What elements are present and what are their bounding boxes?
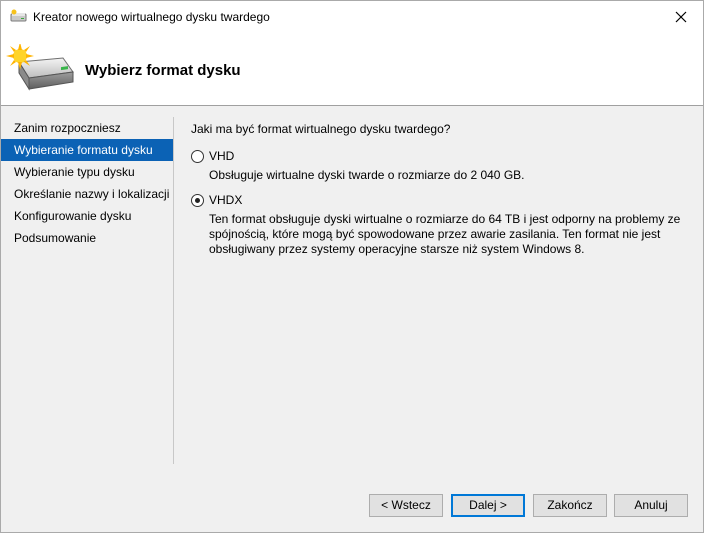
virtual-disk-wizard-icon — [6, 44, 74, 91]
virtual-disk-icon — [10, 9, 27, 22]
nav-item-nazwa-lokalizacja[interactable]: Określanie nazwy i lokalizacji — [1, 183, 173, 205]
close-button[interactable] — [658, 1, 703, 32]
page-title: Wybierz format dysku — [85, 62, 241, 79]
format-question: Jaki ma być format wirtualnego dysku twa… — [191, 122, 451, 136]
vhdx-description: Ten format obsługuje dyski wirtualne o r… — [209, 212, 681, 256]
vhd-option[interactable]: VHD — [191, 149, 234, 163]
window-title: Kreator nowego wirtualnego dysku twardeg… — [33, 10, 270, 24]
nav-divider — [173, 117, 174, 464]
cancel-button[interactable]: Anuluj — [614, 494, 688, 517]
vhdx-label[interactable]: VHDX — [209, 193, 242, 207]
vhd-label[interactable]: VHD — [209, 149, 234, 163]
vhd-radio[interactable] — [191, 149, 204, 163]
vhdx-radio[interactable] — [191, 193, 204, 207]
vhd-description: Obsługuje wirtualne dyski twarde o rozmi… — [209, 168, 525, 182]
wizard-header: Wybierz format dysku — [1, 32, 703, 106]
back-button[interactable]: < Wstecz — [369, 494, 443, 517]
nav-item-zanim-rozpoczniesz[interactable]: Zanim rozpoczniesz — [1, 117, 173, 139]
finish-button[interactable]: Zakończ — [533, 494, 607, 517]
title-bar: Kreator nowego wirtualnego dysku twardeg… — [1, 1, 703, 32]
nav-item-wybieranie-typu[interactable]: Wybieranie typu dysku — [1, 161, 173, 183]
wizard-step-nav: Zanim rozpoczniesz Wybieranie formatu dy… — [1, 117, 173, 249]
nav-item-konfigurowanie[interactable]: Konfigurowanie dysku — [1, 205, 173, 227]
next-button[interactable]: Dalej > — [451, 494, 525, 517]
close-icon — [675, 11, 686, 22]
wizard-window: Kreator nowego wirtualnego dysku twardeg… — [0, 0, 704, 533]
nav-item-podsumowanie[interactable]: Podsumowanie — [1, 227, 173, 249]
vhdx-option[interactable]: VHDX — [191, 193, 242, 207]
nav-item-wybieranie-formatu[interactable]: Wybieranie formatu dysku — [1, 139, 173, 161]
